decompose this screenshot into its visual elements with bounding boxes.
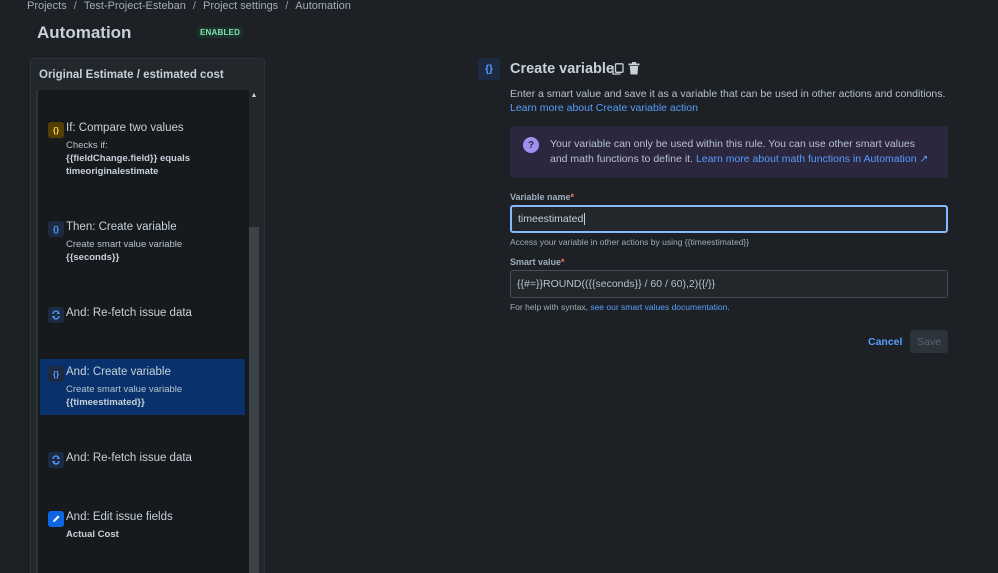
component-title: Create variable [510,61,614,77]
rule-component-list: {} If: Compare two values Checks if: {{f… [36,90,249,573]
breadcrumb-separator: / [73,0,77,12]
learn-more-math-functions-link[interactable]: Learn more about math functions in Autom… [696,153,928,165]
help-text: For help with syntax, [510,302,588,312]
status-badge: ENABLED [197,27,244,38]
rule-item-title: And: Create variable [66,366,171,378]
variable-name-input[interactable]: timeestimated [510,205,948,233]
breadcrumb-project-settings[interactable]: Project settings [203,0,278,12]
smart-value-label: Smart value* [510,257,565,267]
rule-item-create-variable-seconds[interactable]: {} Then: Create variable Create smart va… [40,214,245,270]
learn-more-create-variable-link[interactable]: Learn more about Create variable action [510,102,698,114]
description-text: Enter a smart value and save it as a var… [510,88,946,100]
rule-item-edit-issue-fields[interactable]: And: Edit issue fields Actual Cost [40,504,245,547]
smart-values-documentation-link[interactable]: see our smart values documentation [590,302,727,312]
variable-braces-icon: {} [478,58,500,80]
variable-name-value: timeestimated [518,213,584,225]
pencil-icon [48,511,64,527]
rule-item-detail: {{timeestimated}} [66,397,145,408]
rule-item-subtitle: Create smart value variable [66,239,183,250]
breadcrumb-project[interactable]: Test-Project-Esteban [84,0,186,12]
breadcrumb: Projects / Test-Project-Esteban / Projec… [27,0,351,12]
rule-item-title: And: Re-fetch issue data [66,307,192,319]
rule-item-title: And: Edit issue fields [66,511,173,523]
question-icon: ? [523,137,539,153]
required-asterisk: * [561,257,565,267]
variable-name-label: Variable name* [510,192,574,202]
scroll-up-arrow-icon[interactable]: ▲ [250,92,258,100]
info-panel: ? Your variable can only be used within … [510,126,948,178]
smart-value-label-text: Smart value [510,257,562,267]
scrollbar-thumb[interactable] [249,227,259,573]
save-button[interactable]: Save [910,330,948,353]
variable-name-label-text: Variable name [510,192,571,202]
rule-item-detail: {{fieldChange.field}} equals timeorigina… [66,153,191,177]
variable-braces-icon: {} [48,366,64,382]
text-cursor [584,213,586,225]
breadcrumb-separator: / [285,0,289,12]
breadcrumb-separator: / [192,0,196,12]
variable-name-hint: Access your variable in other actions by… [510,237,750,247]
rule-item-refetch-issue[interactable]: And: Re-fetch issue data [40,300,245,330]
rule-panel: Original Estimate / estimated cost {} If… [30,58,265,573]
rule-item-title: Then: Create variable [66,221,177,233]
breadcrumb-projects[interactable]: Projects [27,0,67,12]
rule-item-refetch-issue[interactable]: And: Re-fetch issue data [40,445,245,475]
rule-item-subtitle: Create smart value variable [66,384,183,395]
rule-item-title: And: Re-fetch issue data [66,452,192,464]
rule-item-title: If: Compare two values [66,122,184,134]
required-asterisk: * [570,192,575,202]
copy-icon[interactable] [612,63,624,75]
breadcrumb-automation[interactable]: Automation [295,0,351,12]
rule-list-scrollbar[interactable]: ▲ [249,90,259,573]
refresh-icon [48,307,64,323]
rule-item-compare-values[interactable]: {} If: Compare two values Checks if: {{f… [40,115,245,184]
condition-braces-icon: {} [48,122,64,138]
component-description: Enter a smart value and save it as a var… [510,87,950,115]
smart-value-input[interactable]: {{#=}}ROUND(({{seconds}} / 60 / 60),2){{… [510,270,948,298]
rule-item-subtitle: Checks if: [66,140,108,151]
help-end: . [727,302,730,312]
smart-value-help: For help with syntax, see our smart valu… [510,302,730,312]
rule-item-detail: {{seconds}} [66,252,120,263]
variable-braces-icon: {} [48,221,64,237]
page-title: Automation [37,23,132,42]
trash-icon[interactable] [628,62,640,75]
rule-item-create-variable-timeestimated[interactable]: {} And: Create variable Create smart val… [40,359,245,415]
cancel-button[interactable]: Cancel [862,331,908,353]
rule-name[interactable]: Original Estimate / estimated cost [31,59,264,91]
refresh-icon [48,452,64,468]
rule-item-detail: Actual Cost [66,529,119,540]
